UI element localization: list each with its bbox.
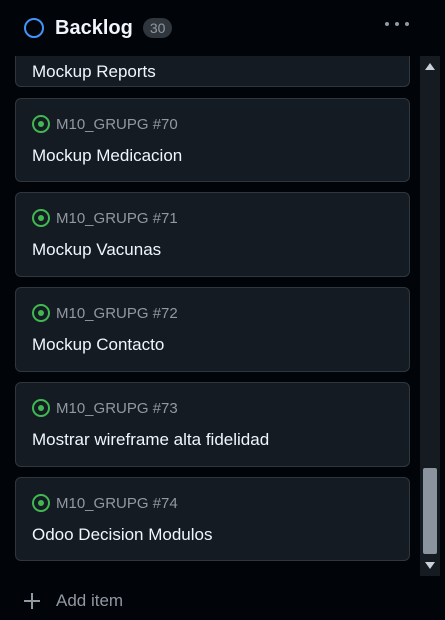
card-list[interactable]: Mockup Reports M10_GRUPG #70 Mockup Medi… bbox=[0, 56, 418, 576]
card-74[interactable]: M10_GRUPG #74 Odoo Decision Modulos bbox=[15, 477, 410, 561]
issue-opened-icon bbox=[32, 494, 50, 512]
card-title[interactable]: Odoo Decision Modulos bbox=[32, 525, 212, 545]
column-header: Backlog 30 bbox=[0, 0, 445, 56]
card-ref[interactable]: M10_GRUPG #74 bbox=[32, 494, 178, 512]
vertical-scrollbar[interactable] bbox=[420, 56, 440, 576]
card-mockup-reports[interactable]: Mockup Reports bbox=[15, 56, 410, 87]
card-ref[interactable]: M10_GRUPG #71 bbox=[32, 209, 178, 227]
add-item-button[interactable]: Add item bbox=[24, 588, 123, 614]
card-70[interactable]: M10_GRUPG #70 Mockup Medicacion bbox=[15, 98, 410, 182]
column-title: Backlog bbox=[55, 16, 133, 39]
column-options-button[interactable] bbox=[385, 14, 409, 34]
issue-opened-icon bbox=[32, 115, 50, 133]
issue-opened-icon bbox=[32, 399, 50, 417]
card-title[interactable]: Mockup Contacto bbox=[32, 335, 164, 355]
issue-opened-icon bbox=[32, 209, 50, 227]
scrollbar-thumb[interactable] bbox=[423, 468, 437, 554]
card-71[interactable]: M10_GRUPG #71 Mockup Vacunas bbox=[15, 192, 410, 277]
card-title[interactable]: Mostrar wireframe alta fidelidad bbox=[32, 430, 269, 450]
item-count-badge: 30 bbox=[142, 18, 173, 38]
kebab-horizontal-icon bbox=[385, 22, 389, 26]
card-title[interactable]: Mockup Medicacion bbox=[32, 146, 182, 166]
card-ref[interactable]: M10_GRUPG #72 bbox=[32, 304, 178, 322]
card-title[interactable]: Mockup Reports bbox=[32, 62, 156, 82]
card-ref[interactable]: M10_GRUPG #73 bbox=[32, 399, 178, 417]
scroll-down-arrow-icon[interactable] bbox=[425, 562, 435, 569]
card-title[interactable]: Mockup Vacunas bbox=[32, 240, 161, 260]
card-ref[interactable]: M10_GRUPG #70 bbox=[32, 115, 178, 133]
card-73[interactable]: M10_GRUPG #73 Mostrar wireframe alta fid… bbox=[15, 382, 410, 467]
scroll-up-arrow-icon[interactable] bbox=[425, 63, 435, 70]
backlog-column: Backlog 30 Mockup Reports M10_GRUPG #70 … bbox=[0, 0, 445, 620]
add-item-label: Add item bbox=[56, 591, 124, 610]
issue-opened-icon bbox=[32, 304, 50, 322]
status-circle-icon bbox=[24, 18, 44, 38]
card-72[interactable]: M10_GRUPG #72 Mockup Contacto bbox=[15, 287, 410, 372]
plus-icon bbox=[24, 593, 40, 609]
